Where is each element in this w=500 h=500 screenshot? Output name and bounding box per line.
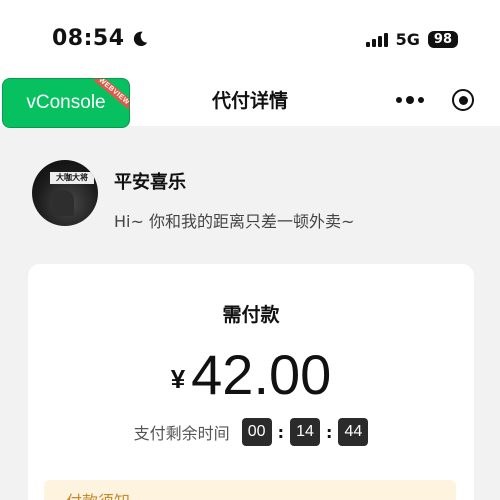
time-text: 08:54 xyxy=(52,26,125,51)
payment-notice: 付款须知 xyxy=(44,480,456,500)
countdown-seconds: 44 xyxy=(338,418,369,446)
payment-amount: ¥42.00 xyxy=(28,342,474,407)
notice-title: 付款须知 xyxy=(66,488,130,500)
amount-value: 42.00 xyxy=(191,343,332,406)
status-indicators: 5G 98 xyxy=(365,30,458,49)
requester-name: 平安喜乐 xyxy=(114,172,186,193)
payment-card: 需付款 ¥42.00 支付剩余时间 00 : 14 : 44 xyxy=(28,264,474,500)
avatar[interactable]: 大咖大将 xyxy=(32,160,98,226)
requester-profile: 大咖大将 平安喜乐 Hi~ 你和我的距离只差一顿外卖~ xyxy=(32,160,472,231)
battery-icon: 98 xyxy=(427,31,458,48)
nav-bar: vConsole WEBVIEW 代付详情 xyxy=(0,78,500,128)
avatar-sign-text: 大咖大将 xyxy=(50,172,94,184)
countdown-label: 支付剩余时间 xyxy=(133,424,230,443)
countdown-minutes: 14 xyxy=(290,418,320,446)
countdown-separator: : xyxy=(326,422,333,442)
requester-message: Hi~ 你和我的距离只差一顿外卖~ xyxy=(114,212,355,231)
status-bar: 08:54 5G 98 xyxy=(0,0,500,78)
moon-icon xyxy=(133,31,147,46)
countdown-separator: : xyxy=(277,422,284,442)
close-miniprogram-icon[interactable] xyxy=(452,89,474,111)
status-time: 08:54 xyxy=(52,26,149,51)
payment-label: 需付款 xyxy=(222,304,280,326)
network-label: 5G xyxy=(395,30,420,49)
currency-symbol: ¥ xyxy=(170,364,186,394)
countdown-hours: 00 xyxy=(241,418,272,446)
payment-countdown: 支付剩余时间 00 : 14 : 44 xyxy=(28,418,474,446)
nav-actions xyxy=(396,88,474,112)
more-icon[interactable] xyxy=(396,88,424,112)
signal-icon xyxy=(365,32,388,47)
avatar-figure xyxy=(52,190,74,216)
